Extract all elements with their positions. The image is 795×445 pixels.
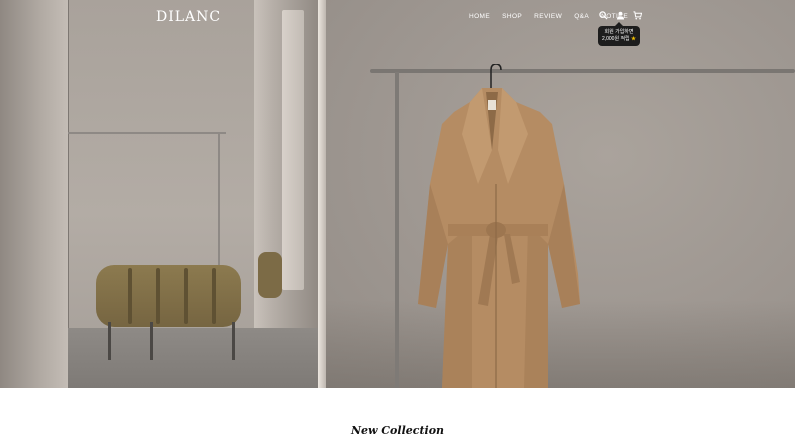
hero-wall-left: [0, 0, 68, 388]
hero-banner[interactable]: [0, 0, 795, 388]
hero-light-strip: [318, 0, 326, 388]
section-title: New Collection: [350, 424, 445, 437]
lounge-chair-reflection: [258, 252, 282, 298]
chair-ridge: [156, 268, 160, 324]
cart-icon[interactable]: [633, 11, 642, 20]
user-icon[interactable]: [616, 11, 625, 20]
search-icon[interactable]: [599, 11, 608, 20]
nav-review[interactable]: REVIEW: [534, 13, 562, 20]
nav-home[interactable]: HOME: [469, 13, 490, 20]
chair-leg: [108, 322, 111, 360]
lounge-chair: [96, 265, 241, 327]
tooltip-reward-text: 2,000원 적립: [601, 36, 630, 42]
nav-shop[interactable]: SHOP: [502, 13, 522, 20]
nav-qna[interactable]: Q&A: [574, 13, 589, 20]
rack-post-reflection: [218, 134, 220, 269]
chair-leg: [150, 322, 153, 360]
chair-ridge: [128, 268, 132, 324]
site-logo[interactable]: DILANC: [156, 9, 221, 25]
chair-ridge: [184, 268, 188, 324]
signup-reward-tooltip: 회원 가입하면 2,000원 적립 ★: [598, 22, 640, 46]
coat-image: [418, 64, 580, 388]
tooltip-line-1: 회원 가입하면: [604, 29, 634, 35]
hero-floor: [68, 328, 320, 388]
rack-rail-reflection: [68, 132, 226, 134]
chair-ridge: [212, 268, 216, 324]
chair-leg: [232, 322, 235, 360]
rack-post: [395, 72, 399, 388]
coin-icon: ★: [631, 36, 637, 42]
header-icons: [599, 11, 642, 20]
tooltip-line-2: 2,000원 적립 ★: [598, 36, 640, 43]
hero-pillar: [282, 10, 304, 290]
